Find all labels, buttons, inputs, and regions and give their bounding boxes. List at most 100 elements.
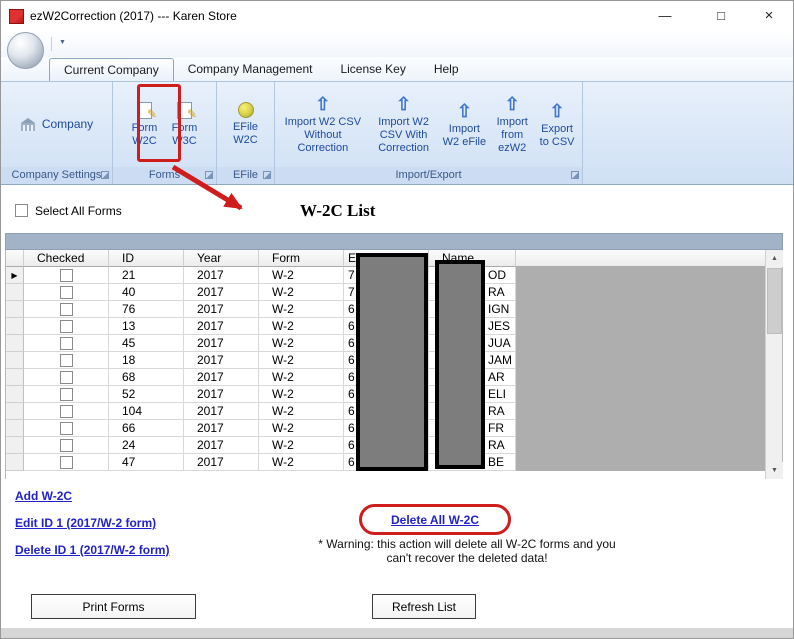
import-from-ezw2-button[interactable]: ⇧ Import from ezW2 — [488, 91, 536, 158]
import-w2-csv-with-correction-button[interactable]: ⇧ Import W2 CSV With Correction — [367, 91, 441, 158]
row-checkbox[interactable] — [59, 404, 73, 418]
row-selector-cell[interactable] — [6, 403, 24, 420]
tab-current-company[interactable]: Current Company — [49, 58, 174, 81]
row-selector-cell[interactable] — [6, 284, 24, 301]
row-id-cell: 18 — [109, 352, 184, 369]
row-checkbox[interactable] — [59, 421, 73, 435]
row-selector-cell[interactable] — [6, 369, 24, 386]
add-w2c-link[interactable]: Add W-2C — [15, 489, 72, 503]
building-icon — [20, 117, 35, 131]
row-selector-cell[interactable]: ▶ — [6, 267, 24, 284]
close-button[interactable]: × — [749, 2, 789, 29]
row-year-cell: 2017 — [184, 352, 259, 369]
print-forms-button[interactable]: Print Forms — [31, 594, 196, 619]
row-checkbox[interactable] — [59, 319, 73, 333]
toolbar-separator — [51, 37, 52, 51]
row-checkbox[interactable] — [59, 387, 73, 401]
up-arrow-icon: ⇧ — [504, 94, 520, 115]
delete-id1-link[interactable]: Delete ID 1 (2017/W-2 form) — [15, 543, 169, 557]
row-checkbox[interactable] — [59, 370, 73, 384]
row-selector-cell[interactable] — [6, 386, 24, 403]
row-id-cell: 40 — [109, 284, 184, 301]
scrollbar-thumb[interactable] — [767, 268, 782, 334]
row-checkbox[interactable] — [59, 302, 73, 316]
dialog-launcher-icon[interactable] — [101, 171, 109, 179]
row-checked-cell — [24, 369, 109, 386]
row-form-cell: W-2 — [259, 420, 344, 437]
scroll-up-icon[interactable]: ▲ — [766, 250, 783, 267]
row-year-cell: 2017 — [184, 318, 259, 335]
row-id-cell: 104 — [109, 403, 184, 420]
row-form-cell: W-2 — [259, 403, 344, 420]
action-links-area: Add W-2C Edit ID 1 (2017/W-2 form) Delet… — [1, 479, 793, 591]
company-button[interactable]: Company — [18, 114, 95, 134]
group-label-forms: Forms — [113, 167, 216, 184]
tab-license-key[interactable]: License Key — [326, 58, 419, 81]
row-checkbox[interactable] — [59, 455, 73, 469]
dialog-launcher-icon[interactable] — [263, 171, 271, 179]
row-selector-cell[interactable] — [6, 335, 24, 352]
application-menu-orb[interactable] — [7, 32, 44, 69]
row-year-cell: 2017 — [184, 267, 259, 284]
col-header-checked[interactable]: Checked — [24, 250, 109, 267]
efile-w2c-label: EFile W2C — [232, 121, 259, 146]
select-all-checkbox[interactable] — [15, 204, 28, 217]
header-filler — [516, 250, 782, 267]
row-checked-cell — [24, 335, 109, 352]
efile-w2c-button[interactable]: EFile W2C — [226, 99, 266, 150]
row-form-cell: W-2 — [259, 318, 344, 335]
import-with-label: Import W2 CSV With Correction — [378, 116, 429, 154]
row-id-cell: 52 — [109, 386, 184, 403]
row-year-cell: 2017 — [184, 454, 259, 471]
row-checkbox[interactable] — [59, 285, 73, 299]
dialog-launcher-icon[interactable] — [571, 171, 579, 179]
row-id-cell: 21 — [109, 267, 184, 284]
row-year-cell: 2017 — [184, 369, 259, 386]
window-bottom-frame — [1, 628, 793, 638]
row-selector-cell[interactable] — [6, 301, 24, 318]
redaction-box-name — [435, 260, 485, 469]
row-checkbox[interactable] — [59, 353, 73, 367]
row-year-cell: 2017 — [184, 386, 259, 403]
dialog-launcher-icon[interactable] — [205, 171, 213, 179]
row-selector-cell[interactable] — [6, 437, 24, 454]
tab-company-management[interactable]: Company Management — [174, 58, 327, 81]
globe-icon — [237, 102, 254, 119]
minimize-button[interactable]: — — [645, 2, 685, 29]
page-title: W-2C List — [300, 201, 376, 220]
col-header-id[interactable]: ID — [109, 250, 184, 267]
tab-help[interactable]: Help — [420, 58, 473, 81]
pencil-icon: ✎ — [186, 107, 197, 122]
row-checked-cell — [24, 352, 109, 369]
app-icon — [9, 8, 24, 24]
row-form-cell: W-2 — [259, 386, 344, 403]
group-label-import-export: Import/Export — [275, 167, 582, 184]
import-w2-efile-button[interactable]: ⇧ Import W2 eFile — [440, 98, 488, 152]
row-checkbox[interactable] — [59, 336, 73, 350]
ribbon-tab-bar: Current Company Company Management Licen… — [1, 57, 793, 81]
row-checked-cell — [24, 318, 109, 335]
select-all-label: Select All Forms — [35, 204, 122, 218]
vertical-scrollbar[interactable]: ▲ ▼ — [765, 250, 783, 479]
row-selector-cell[interactable] — [6, 420, 24, 437]
export-to-csv-button[interactable]: ⇧ Export to CSV — [536, 98, 578, 152]
row-checkbox[interactable] — [59, 268, 73, 282]
scroll-down-icon[interactable]: ▼ — [766, 462, 783, 479]
import-w2-csv-without-correction-button[interactable]: ⇧ Import W2 CSV Without Correction — [279, 91, 367, 158]
row-checked-cell — [24, 386, 109, 403]
import-without-label: Import W2 CSV Without Correction — [284, 116, 362, 154]
row-selector-cell[interactable] — [6, 318, 24, 335]
row-selector-cell[interactable] — [6, 352, 24, 369]
col-header-year[interactable]: Year — [184, 250, 259, 267]
row-year-cell: 2017 — [184, 403, 259, 420]
edit-id1-link[interactable]: Edit ID 1 (2017/W-2 form) — [15, 516, 156, 530]
row-checked-cell — [24, 420, 109, 437]
refresh-list-button[interactable]: Refresh List — [372, 594, 476, 619]
delete-all-link[interactable]: Delete All W-2C — [391, 513, 479, 527]
maximize-button[interactable]: □ — [701, 2, 741, 29]
col-header-form[interactable]: Form — [259, 250, 344, 267]
toolbar-dropdown-icon[interactable]: ▼ — [59, 39, 66, 46]
row-selector-cell[interactable] — [6, 454, 24, 471]
row-form-cell: W-2 — [259, 437, 344, 454]
row-checkbox[interactable] — [59, 438, 73, 452]
